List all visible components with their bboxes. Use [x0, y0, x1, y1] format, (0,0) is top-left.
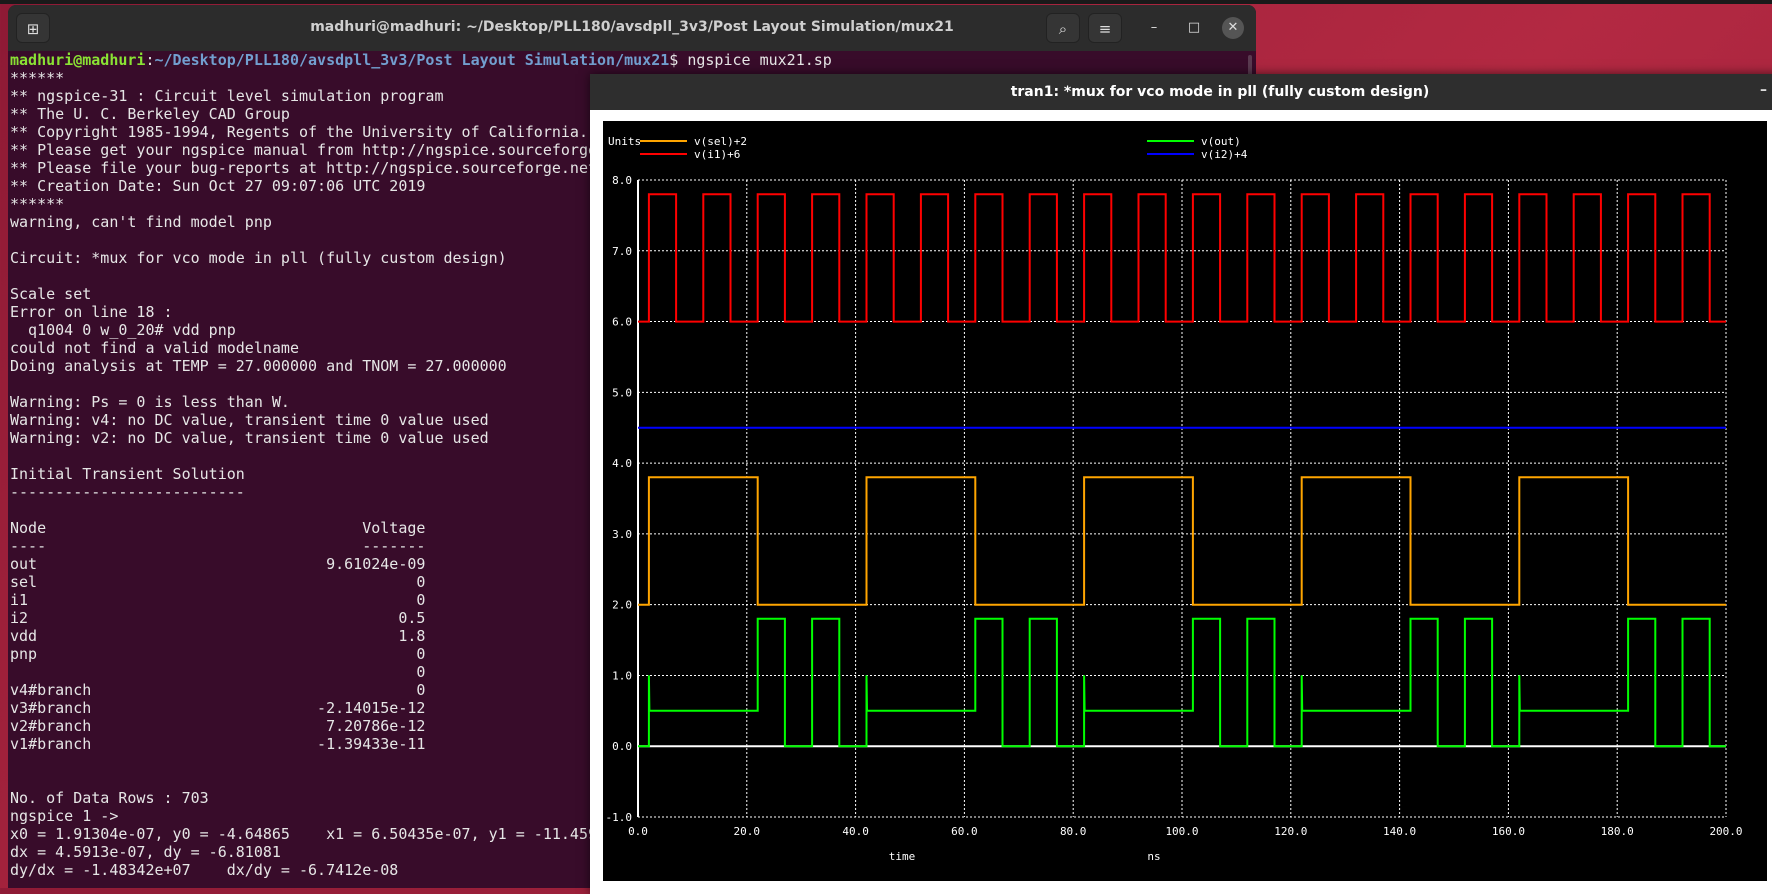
x-tick-label: 80.0: [1060, 825, 1087, 838]
prompt-path: ~/Desktop/PLL180/avsdpll_3v3/Post Layout…: [154, 51, 670, 69]
legend-label: v(out): [1201, 135, 1241, 148]
search-button[interactable]: ⌕: [1046, 13, 1080, 43]
x-tick-label: 160.0: [1492, 825, 1525, 838]
x-tick-label: 140.0: [1383, 825, 1416, 838]
minimize-button[interactable]: –: [1143, 17, 1165, 39]
x-tick-label: 20.0: [734, 825, 761, 838]
y-tick-label: 2.0: [612, 599, 632, 612]
x-tick-label: 180.0: [1601, 825, 1634, 838]
maximize-icon: □: [1187, 20, 1201, 35]
prompt-line: madhuri@madhuri:~/Desktop/PLL180/avsdpll…: [10, 51, 832, 69]
y-tick-label: 3.0: [612, 528, 632, 541]
menu-button[interactable]: ≡: [1088, 13, 1122, 43]
y-tick-label: 6.0: [612, 316, 632, 329]
x-tick-label: 100.0: [1165, 825, 1198, 838]
y-tick-label: 1.0: [612, 669, 632, 682]
close-icon: ✕: [1227, 20, 1239, 35]
x-tick-label: 40.0: [842, 825, 869, 838]
x-tick-label: 60.0: [951, 825, 978, 838]
x-axis-label: time: [889, 850, 916, 863]
legend-label: v(i1)+6: [694, 148, 740, 161]
x-axis-unit: ns: [1147, 850, 1160, 863]
prompt-command: $ ngspice mux21.sp: [669, 51, 832, 69]
plot-background: [603, 121, 1767, 881]
y-tick-label: 4.0: [612, 457, 632, 470]
minimize-icon: –: [1150, 20, 1158, 35]
y-tick-label: 5.0: [612, 386, 632, 399]
terminal-titlebar[interactable]: ⊞ madhuri@madhuri: ~/Desktop/PLL180/avsd…: [8, 5, 1256, 51]
y-tick-label: -1.0: [606, 811, 633, 824]
waveform-plot: -1.00.01.02.03.04.05.06.07.08.00.0 20.0 40…: [603, 121, 1767, 881]
y-tick-label: 0.0: [612, 740, 632, 753]
plot-window[interactable]: tran1: *mux for vco mode in pll (fully c…: [590, 74, 1772, 894]
x-tick-label: 0.0: [628, 825, 648, 838]
legend-label: v(sel)+2: [694, 135, 747, 148]
legend-label: v(i2)+4: [1201, 148, 1248, 161]
prompt-user: madhuri@madhuri: [10, 51, 146, 69]
y-tick-label: 7.0: [612, 245, 632, 258]
y-tick-label: 8.0: [612, 174, 632, 187]
y-axis-label: Units: [608, 135, 641, 148]
x-tick-label: 120.0: [1274, 825, 1307, 838]
hamburger-menu-icon: ≡: [1098, 20, 1112, 38]
close-button[interactable]: ✕: [1222, 17, 1244, 39]
top-bar: [0, 0, 1772, 4]
maximize-button[interactable]: □: [1183, 17, 1205, 39]
x-tick-label: 200.0: [1709, 825, 1742, 838]
search-icon: ⌕: [1058, 20, 1068, 38]
